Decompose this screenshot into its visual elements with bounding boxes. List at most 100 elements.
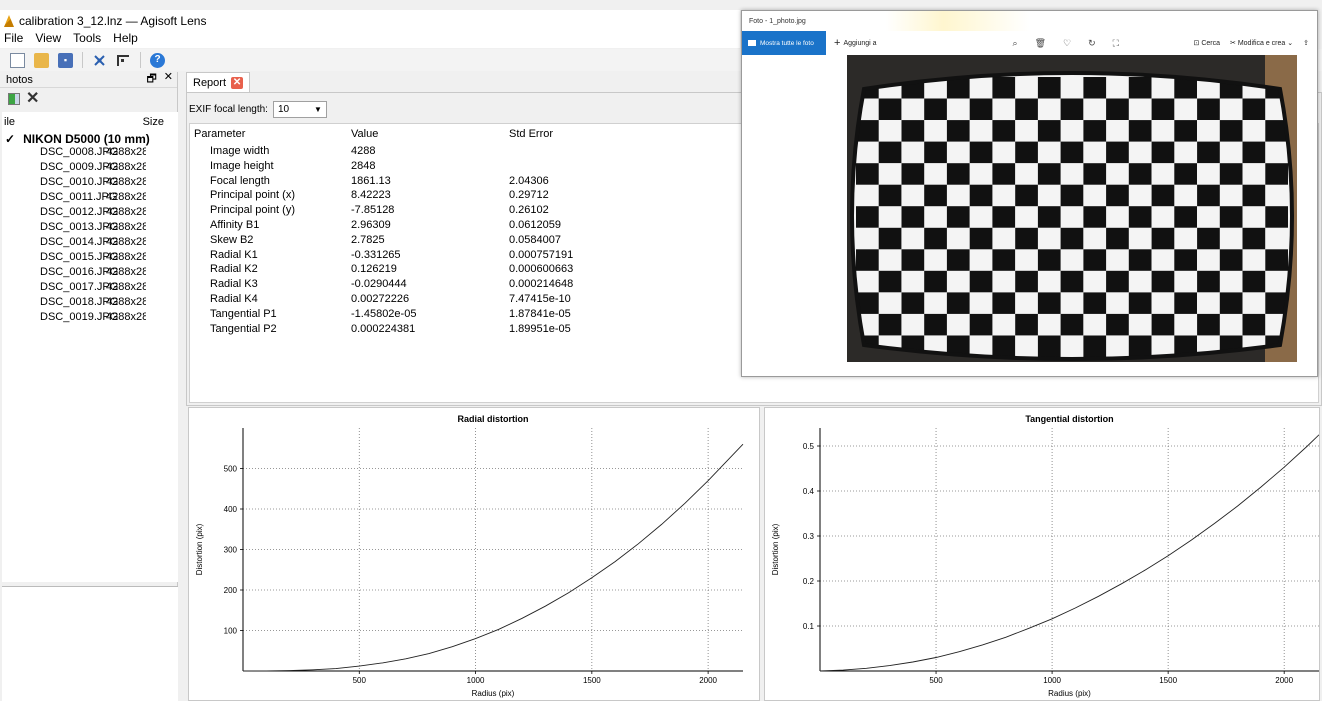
list-item[interactable]: DSC_0019.JPG 4288x28 [2, 311, 178, 326]
table-row[interactable]: Image height 2848 [194, 160, 629, 175]
edit-create-button[interactable]: ✂ Modifica e crea ⌄ [1230, 39, 1293, 47]
photo-icon [748, 40, 756, 46]
photo-viewer[interactable] [742, 55, 1317, 375]
file-size: 4288x28 [106, 221, 146, 233]
list-item[interactable]: DSC_0011.JPG 4288x28 [2, 191, 178, 206]
checker-square [1106, 141, 1129, 164]
close-pane-icon[interactable]: ✕ [164, 70, 173, 89]
search-button[interactable]: ⊡ Cerca [1193, 39, 1220, 47]
checker-square [1060, 313, 1084, 336]
checker-square [969, 270, 993, 293]
plus-icon: + [834, 36, 841, 49]
checker-square [1083, 206, 1107, 228]
table-row[interactable]: Tangential P2 0.000224381 1.89951e-05 [194, 323, 629, 338]
list-item[interactable]: DSC_0015.JPG 4288x28 [2, 251, 178, 266]
param-std-error: 2.04306 [509, 174, 549, 187]
remove-photos-icon[interactable]: ✕ [26, 91, 39, 107]
calibrate-icon[interactable] [92, 53, 107, 68]
param-value: -1.45802e-05 [351, 307, 417, 320]
show-all-photos-button[interactable]: Mostra tutte le foto [742, 31, 826, 55]
delete-icon[interactable]: 🗑 [1035, 38, 1046, 49]
param-value: 8.42223 [351, 189, 391, 202]
column-file[interactable]: ile [4, 116, 15, 130]
table-row[interactable]: Tangential P1 -1.45802e-05 1.87841e-05 [194, 308, 629, 323]
param-name: Principal point (x) [210, 189, 295, 202]
table-row[interactable]: Radial K3 -0.0290444 0.000214648 [194, 278, 629, 293]
new-file-icon[interactable] [10, 52, 25, 68]
photos-list[interactable]: ile Size ✓ NIKON D5000 (10 mm) DSC_0008.… [2, 112, 178, 582]
help-icon[interactable]: ? [150, 52, 165, 68]
chessboard-icon[interactable] [116, 53, 131, 68]
table-row[interactable]: Radial K4 0.00272226 7.47415e-10 [194, 293, 629, 308]
list-item[interactable]: DSC_0017.JPG 4288x28 [2, 281, 178, 296]
save-icon[interactable]: ▪ [58, 52, 73, 68]
param-std-error: 0.000757191 [509, 248, 574, 261]
share-icon[interactable]: ⇪ [1303, 39, 1309, 47]
column-size[interactable]: Size [143, 116, 164, 130]
checker-square [1265, 249, 1288, 271]
checker-square [1060, 227, 1084, 250]
float-pane-icon[interactable]: 🗗 [146, 70, 156, 89]
list-item[interactable]: DSC_0018.JPG 4288x28 [2, 296, 178, 311]
close-tab-icon[interactable]: ✕ [231, 76, 244, 89]
file-name: DSC_0011.JPG [40, 191, 118, 203]
list-item[interactable]: DSC_0013.JPG 4288x28 [2, 221, 178, 236]
table-row[interactable]: Principal point (x) 8.42223 0.29712 [194, 189, 629, 204]
list-item[interactable]: DSC_0009.JPG 4288x28 [2, 161, 178, 176]
table-row[interactable]: Affinity B1 2.96309 0.0612059 [194, 219, 629, 234]
x-axis-label: Radius (pix) [1048, 689, 1091, 698]
exif-focal-select[interactable]: 10 ▼ [272, 101, 327, 118]
list-item[interactable]: DSC_0014.JPG 4288x28 [2, 236, 178, 251]
checker-square [1037, 206, 1061, 228]
param-std-error [509, 160, 629, 175]
checker-square [1060, 270, 1084, 293]
list-item[interactable]: DSC_0016.JPG 4288x28 [2, 266, 178, 281]
checker-square [992, 206, 1016, 228]
checker-square [969, 227, 993, 250]
checker-square [1242, 98, 1266, 120]
favorite-icon[interactable]: ♡ [1063, 38, 1071, 49]
crop-icon[interactable]: ⛶ [1113, 38, 1119, 49]
file-size: 4288x28 [106, 191, 146, 203]
table-row[interactable]: Focal length 1861.13 2.04306 [194, 175, 629, 190]
checkerboard-photo [847, 55, 1297, 362]
file-size: 4288x28 [106, 146, 146, 158]
list-item[interactable]: DSC_0008.JPG 4288x28 [2, 146, 178, 161]
tab-report[interactable]: Report ✕ [186, 72, 251, 92]
exif-focal-label: EXIF focal length: [189, 104, 268, 115]
file-size: 4288x28 [106, 251, 146, 263]
param-name: Radial K1 [210, 248, 258, 261]
menu-file[interactable]: File [4, 31, 23, 45]
rotate-icon[interactable]: ↻ [1088, 38, 1096, 49]
tangential-distortion-panel: Tangential distortion 500 1000 1500 2000 0.1 0… [764, 407, 1320, 701]
lower-pane [2, 586, 178, 701]
table-row[interactable]: Principal point (y) -7.85128 0.26102 [194, 204, 629, 219]
file-size: 4288x28 [106, 296, 146, 308]
param-std-error: 0.000214648 [509, 278, 574, 291]
param-std-error: 7.47415e-10 [509, 292, 571, 305]
table-row[interactable]: Radial K1 -0.331265 0.000757191 [194, 249, 629, 264]
toolbar-separator [140, 52, 141, 68]
checker-square [969, 313, 993, 336]
checker-square [1015, 184, 1038, 207]
checker-square [946, 163, 970, 185]
expand-arrow-icon[interactable]: ✓ [5, 132, 15, 146]
add-photos-icon[interactable] [8, 93, 20, 105]
table-row[interactable]: Image width 4288 [194, 145, 629, 160]
open-folder-icon[interactable] [34, 52, 49, 68]
param-std-error: 0.0612059 [509, 218, 561, 231]
menu-view[interactable]: View [35, 31, 61, 45]
zoom-icon[interactable]: ⌕ [1013, 38, 1018, 49]
table-row[interactable]: Radial K2 0.126219 0.000600663 [194, 263, 629, 278]
menu-tools[interactable]: Tools [73, 31, 101, 45]
list-item[interactable]: DSC_0010.JPG 4288x28 [2, 176, 178, 191]
y-tick-label: 0.2 [803, 577, 815, 586]
checker-square [1015, 270, 1038, 293]
distortion-curve [819, 434, 1319, 672]
table-row[interactable]: Skew B2 2.7825 0.0584007 [194, 234, 629, 249]
list-item[interactable]: DSC_0012.JPG 4288x28 [2, 206, 178, 221]
camera-group[interactable]: ✓ NIKON D5000 (10 mm) [2, 132, 178, 146]
checker-square [1174, 120, 1197, 142]
add-to-button[interactable]: + Aggiungi a [834, 36, 877, 49]
menu-help[interactable]: Help [113, 31, 138, 45]
